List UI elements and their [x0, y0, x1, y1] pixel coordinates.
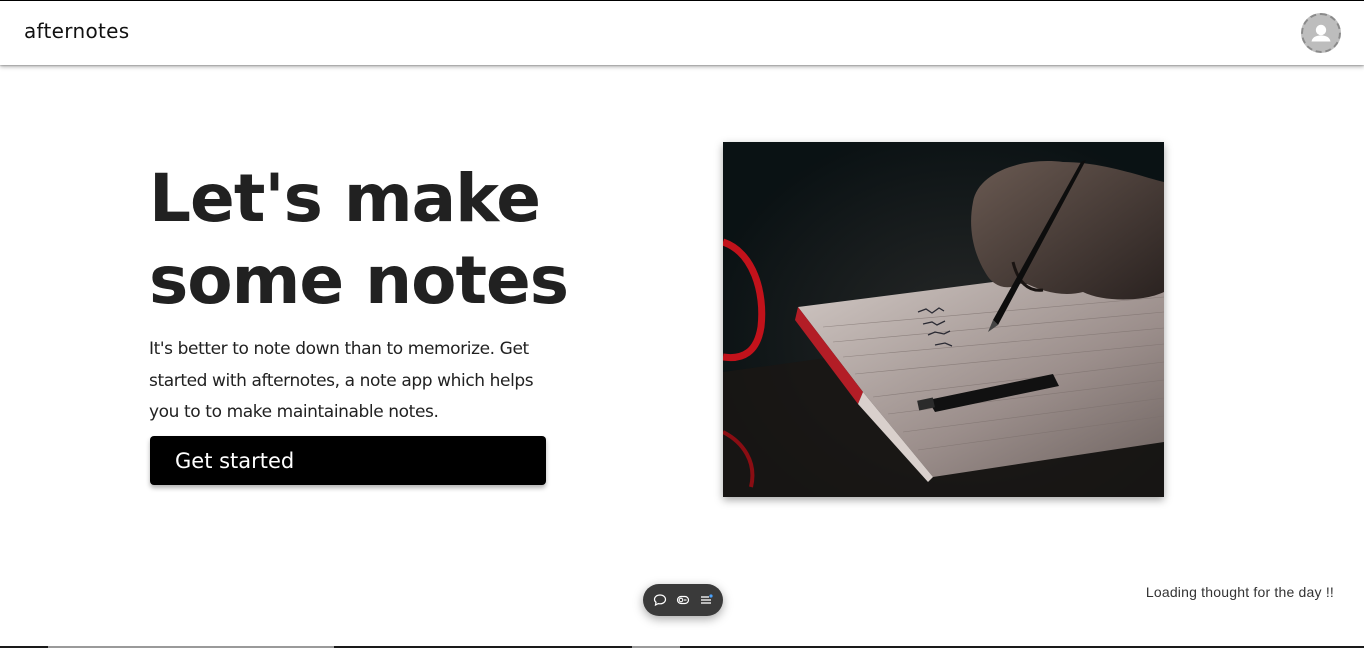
person-icon	[1311, 24, 1331, 42]
floating-toolbar	[643, 584, 723, 616]
page: afternotes Let's make some notes It's be…	[0, 0, 1364, 648]
toggle-view-icon[interactable]	[673, 590, 693, 610]
get-started-button[interactable]: Get started	[150, 436, 546, 485]
notebook-writing-photo	[723, 142, 1164, 497]
hero-title-line-1: Let's make	[149, 160, 541, 237]
menu-list-icon[interactable]	[696, 590, 716, 610]
hero-title-line-2: some notes	[149, 242, 569, 319]
hero-title: Let's make some notes	[149, 158, 669, 322]
app-bar: afternotes	[0, 1, 1364, 65]
comment-icon[interactable]	[650, 590, 670, 610]
hero-image	[723, 142, 1164, 497]
thought-of-the-day: Loading thought for the day !!	[1145, 584, 1334, 600]
hero-subtitle: It's better to note down than to memoriz…	[149, 339, 534, 422]
account-avatar-icon[interactable]	[1301, 13, 1341, 53]
brand-logo-text[interactable]: afternotes	[24, 19, 129, 43]
